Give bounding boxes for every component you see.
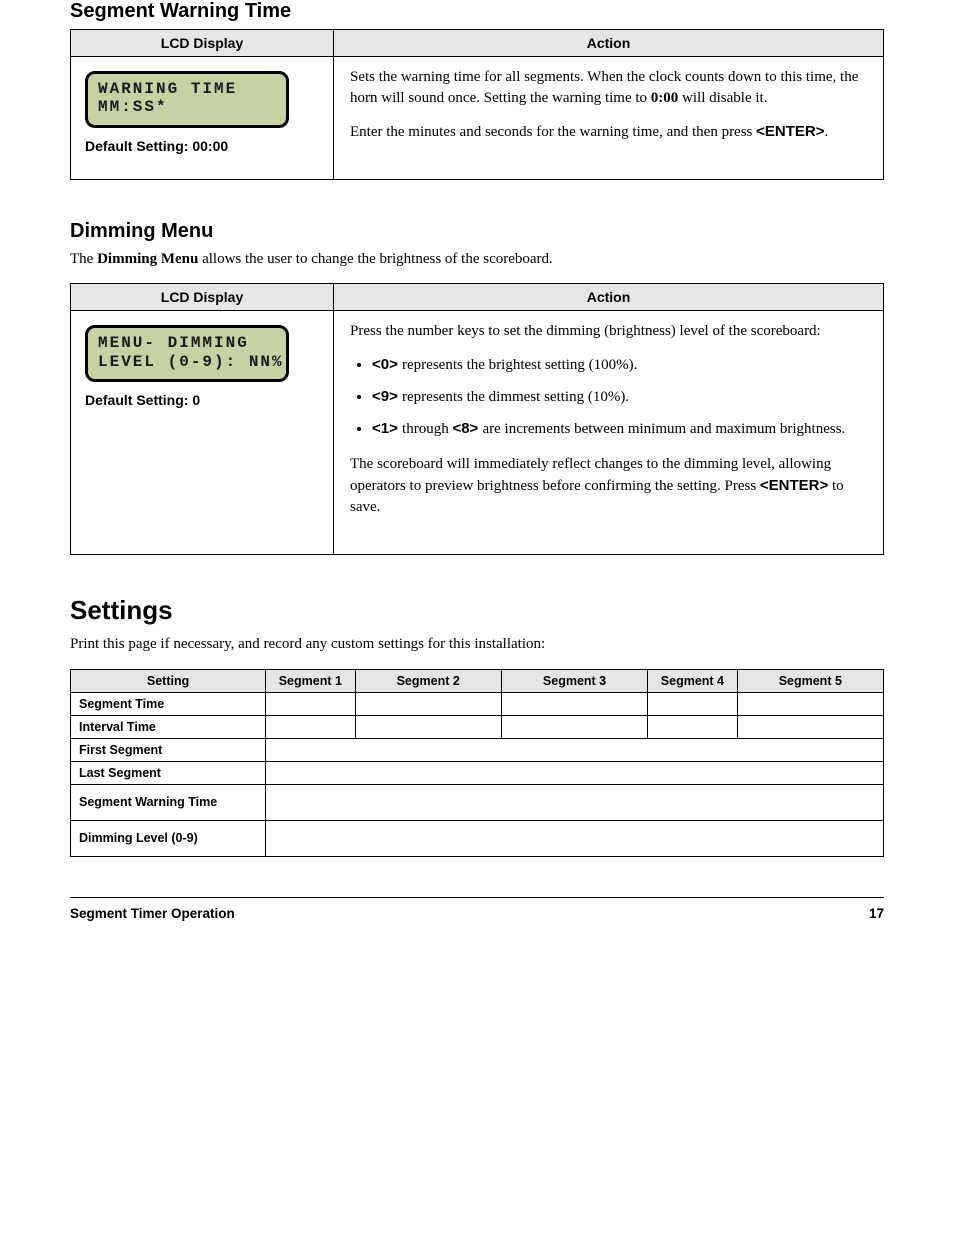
table-row: Segment Time — [71, 692, 884, 715]
table-row: First Segment — [71, 738, 884, 761]
hdr-setting: Setting — [71, 669, 266, 692]
hdr-seg4: Segment 4 — [648, 669, 737, 692]
hdr-seg3: Segment 3 — [501, 669, 647, 692]
dimming-para-2: The scoreboard will immediately reflect … — [350, 454, 867, 518]
settings-worksheet-table: Setting Segment 1 Segment 2 Segment 3 Se… — [70, 669, 884, 857]
col-lcd-header: LCD Display — [71, 284, 334, 311]
segment-warning-heading: Segment Warning Time — [70, 0, 884, 23]
page-footer: Segment Timer Operation 17 — [70, 904, 884, 961]
dimming-lcd: MENU- DIMMING LEVEL (0-9): NN% — [85, 325, 289, 382]
footer-right: 17 — [869, 906, 884, 921]
hdr-seg2: Segment 2 — [355, 669, 501, 692]
warning-para-1: Sets the warning time for all segments. … — [350, 67, 867, 109]
table-row: Dimming Level (0-9) — [71, 820, 884, 856]
table-row: Segment Warning Time — [71, 784, 884, 820]
dimming-para-1: Press the number keys to set the dimming… — [350, 321, 867, 342]
dimming-intro: The Dimming Menu allows the user to chan… — [70, 249, 884, 269]
dimming-default-label: Default Setting: 0 — [85, 392, 319, 408]
list-item: <1> through <8> are increments between m… — [372, 418, 867, 440]
col-action-header: Action — [334, 30, 884, 57]
table-row: Last Segment — [71, 761, 884, 784]
warning-para-2: Enter the minutes and seconds for the wa… — [350, 121, 867, 143]
dimming-heading: Dimming Menu — [70, 220, 884, 243]
hdr-seg1: Segment 1 — [266, 669, 355, 692]
table-row: Interval Time — [71, 715, 884, 738]
warning-time-lcd: WARNING TIME MM:SS* — [85, 71, 289, 128]
hdr-seg5: Segment 5 — [737, 669, 883, 692]
col-lcd-header: LCD Display — [71, 30, 334, 57]
settings-heading: Settings — [70, 595, 884, 626]
warning-default-label: Default Setting: 00:00 — [85, 138, 319, 154]
settings-intro: Print this page if necessary, and record… — [70, 634, 884, 654]
list-item: <0> represents the brightest setting (10… — [372, 354, 867, 376]
col-action-header: Action — [334, 284, 884, 311]
list-item: <9> represents the dimmest setting (10%)… — [372, 386, 867, 408]
footer-left: Segment Timer Operation — [70, 906, 235, 921]
dimming-level-list: <0> represents the brightest setting (10… — [350, 354, 867, 440]
warning-time-table: LCD Display Action WARNING TIME MM:SS* D… — [70, 29, 884, 180]
footer-rule — [70, 897, 884, 898]
dimming-table: LCD Display Action MENU- DIMMING LEVEL (… — [70, 283, 884, 555]
